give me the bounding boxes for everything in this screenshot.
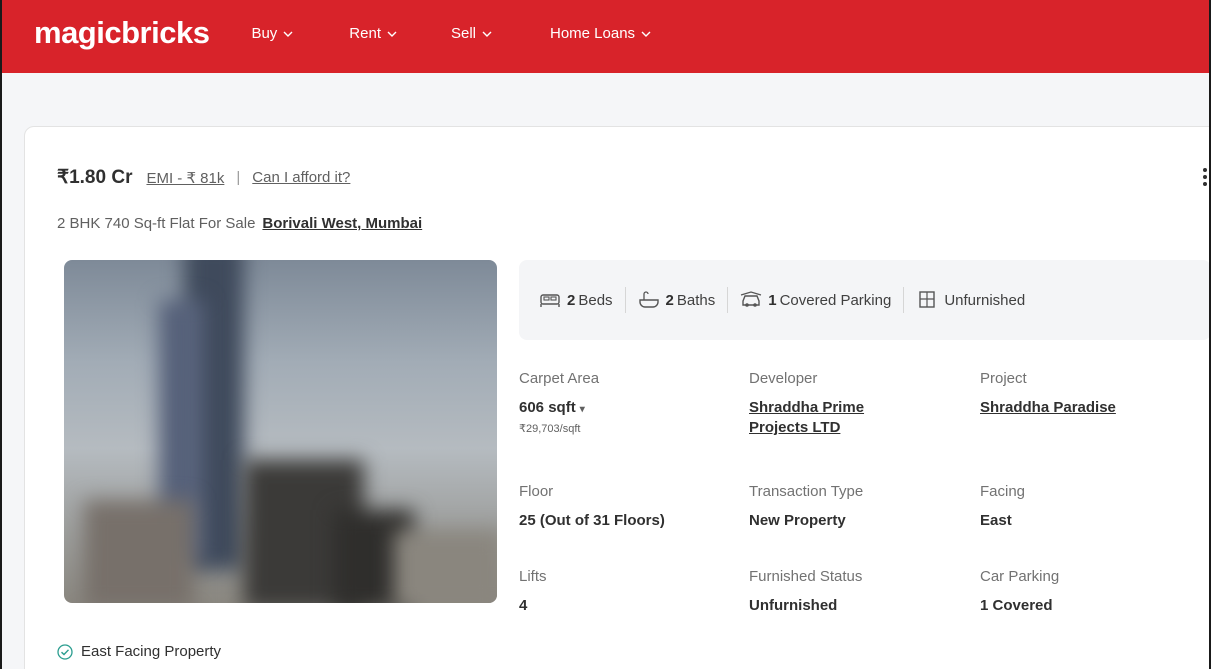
- lifts-value: 4: [519, 597, 528, 614]
- parking-label: Covered Parking: [779, 291, 892, 309]
- spec-label: Project: [980, 370, 1027, 387]
- spec-label: Lifts: [519, 568, 547, 585]
- property-title-text: 2 BHK 740 Sq-ft Flat For Sale: [57, 215, 256, 232]
- spec-label: Carpet Area: [519, 370, 600, 387]
- divider: [903, 287, 905, 313]
- spec-label: Facing: [980, 483, 1026, 500]
- transaction-value: New Property: [749, 512, 846, 529]
- furnished-value: Unfurnished: [749, 597, 838, 614]
- spec-label: Developer: [749, 370, 818, 387]
- wardrobe-icon: [919, 291, 936, 308]
- spec-furnished-status: Furnished Status Unfurnished: [749, 568, 862, 616]
- beds-count: 2: [567, 291, 576, 309]
- developer-link[interactable]: Shraddha Prime Projects LTD: [749, 398, 919, 438]
- price-row: ₹1.80 Cr EMI - ₹ 81k | Can I afford it?: [57, 166, 350, 189]
- carpet-area-text: 606 sqft: [519, 399, 576, 416]
- nav-buy[interactable]: Buy: [251, 25, 293, 42]
- spec-facing: Facing East: [980, 483, 1025, 531]
- spec-car-parking: Car Parking 1 Covered: [980, 568, 1059, 616]
- spec-label: Car Parking: [980, 568, 1060, 585]
- nav-rent[interactable]: Rent: [349, 25, 397, 42]
- highlight-east-facing: East Facing Property: [57, 643, 221, 660]
- baths-info: 2 Baths: [638, 291, 716, 309]
- magicbricks-logo[interactable]: magicbricks: [34, 15, 210, 51]
- emi-link[interactable]: EMI - ₹ 81k: [146, 169, 224, 187]
- nav-home-loans[interactable]: Home Loans: [550, 25, 651, 42]
- bed-icon: [540, 294, 560, 307]
- project-link[interactable]: Shraddha Paradise: [980, 398, 1116, 418]
- floor-value: 25 (Out of 31 Floors): [519, 512, 665, 529]
- property-price: ₹1.80 Cr: [57, 167, 133, 188]
- car-icon: [741, 291, 762, 307]
- spec-floor: Floor 25 (Out of 31 Floors): [519, 483, 665, 531]
- divider: [624, 287, 626, 313]
- spec-label: Floor: [519, 483, 554, 500]
- more-options-icon[interactable]: [1203, 168, 1209, 186]
- affordability-link[interactable]: Can I afford it?: [252, 169, 350, 186]
- spec-project: Project Shraddha Paradise: [980, 370, 1116, 418]
- spec-label: Furnished Status: [749, 568, 863, 585]
- spec-developer: Developer Shraddha Prime Projects LTD: [749, 370, 949, 438]
- caret-down-icon[interactable]: ▾: [580, 404, 585, 415]
- spec-carpet-area: Carpet Area 606 sqft ▾ ₹29,703/sqft: [519, 370, 599, 435]
- parking-info: 1 Covered Parking: [740, 291, 891, 309]
- nav-home-loans-label: Home Loans: [550, 25, 636, 42]
- beds-info: 2 Beds: [539, 291, 613, 309]
- property-title: 2 BHK 740 Sq-ft Flat For Sale Borivali W…: [57, 215, 422, 232]
- price-per-sqft: ₹29,703/sqft: [519, 423, 581, 435]
- spec-label: Transaction Type: [749, 483, 864, 500]
- chevron-down-icon: [387, 31, 397, 37]
- furnishing-label: Unfurnished: [944, 291, 1026, 309]
- nav-rent-label: Rent: [349, 25, 381, 42]
- parking-count: 1: [768, 291, 777, 309]
- bathtub-icon: [638, 291, 659, 308]
- divider: |: [236, 169, 241, 186]
- nav-sell-label: Sell: [450, 25, 476, 42]
- facing-value: East: [980, 512, 1012, 529]
- top-navbar: magicbricks Buy Rent Sell Home Loans: [0, 0, 1211, 73]
- nav-sell[interactable]: Sell: [451, 25, 492, 42]
- main-nav: Buy Rent Sell Home Loans: [251, 25, 651, 42]
- chevron-down-icon: [283, 31, 293, 37]
- beds-label: Beds: [578, 291, 613, 309]
- baths-label: Baths: [676, 291, 716, 309]
- furnishing-info: Unfurnished: [916, 291, 1025, 309]
- carpet-area-value[interactable]: 606 sqft ▾: [519, 398, 599, 420]
- chevron-down-icon: [482, 31, 492, 37]
- highlight-text: East Facing Property: [81, 643, 222, 660]
- car-parking-value: 1 Covered: [980, 597, 1053, 614]
- amenities-bar: 2 Beds 2 Baths 1 Covered Parking Unfurni…: [519, 260, 1211, 340]
- spec-lifts: Lifts 4: [519, 568, 547, 616]
- nav-buy-label: Buy: [251, 25, 278, 42]
- chevron-down-icon: [641, 31, 651, 37]
- divider: [727, 287, 729, 313]
- property-photo[interactable]: [64, 260, 497, 603]
- property-location-link[interactable]: Borivali West, Mumbai: [262, 215, 422, 232]
- check-circle-icon: [57, 643, 73, 660]
- baths-count: 2: [665, 291, 674, 309]
- spec-transaction-type: Transaction Type New Property: [749, 483, 863, 531]
